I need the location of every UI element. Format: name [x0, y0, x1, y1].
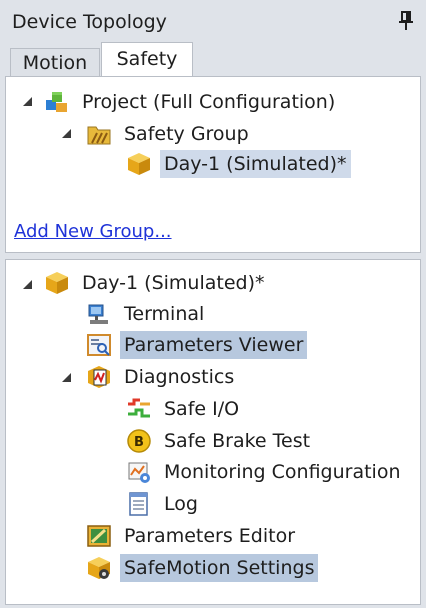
tree-item-device[interactable]: Day-1 (Simulated)* [126, 149, 351, 179]
tree-label-parameters-editor: Parameters Editor [124, 525, 296, 547]
tree-item-root-device[interactable]: Day-1 (Simulated)* [44, 268, 269, 298]
collapse-arrow-icon[interactable] [62, 129, 71, 138]
safety-tree-panel: Project (Full Configuration) Safety Grou… [5, 76, 421, 253]
tree-item-monitoring-configuration[interactable]: Monitoring Configuration [126, 457, 405, 487]
device-cube-icon [44, 270, 70, 296]
svg-text:B: B [134, 435, 144, 450]
tree-item-project[interactable]: Project (Full Configuration) [44, 87, 339, 117]
safe-brake-icon: B [126, 428, 152, 454]
tree-item-parameters-viewer[interactable]: Parameters Viewer [86, 330, 308, 360]
diagnostics-icon [86, 364, 112, 390]
tree-label-diagnostics: Diagnostics [124, 366, 235, 388]
terminal-icon [86, 301, 112, 327]
parameters-viewer-icon [86, 332, 112, 358]
tree-item-safe-io[interactable]: Safe I/O [126, 394, 243, 424]
project-icon [44, 89, 70, 115]
collapse-arrow-icon[interactable] [23, 97, 32, 106]
tree-label-safe-brake-test: Safe Brake Test [164, 430, 311, 452]
device-tree-panel: Day-1 (Simulated)* Terminal Parameters V… [5, 259, 421, 605]
tree-item-safe-brake-test[interactable]: B Safe Brake Test [126, 426, 314, 456]
tree-item-diagnostics[interactable]: Diagnostics [86, 362, 238, 392]
tree-item-log[interactable]: Log [126, 489, 202, 519]
collapse-arrow-icon[interactable] [62, 373, 71, 382]
safe-io-icon [126, 396, 152, 422]
tab-safety[interactable]: Safety [101, 42, 193, 78]
tree-label-device: Day-1 (Simulated)* [160, 150, 351, 178]
parameters-editor-icon [86, 523, 112, 549]
safemotion-settings-icon [86, 555, 112, 581]
tree-label-parameters-viewer: Parameters Viewer [120, 331, 308, 359]
log-icon [126, 491, 152, 517]
tree-label-project: Project (Full Configuration) [82, 91, 336, 113]
tree-item-parameters-editor[interactable]: Parameters Editor [86, 521, 299, 551]
device-cube-icon [126, 151, 152, 177]
tree-label-safety-group: Safety Group [124, 123, 249, 145]
tree-label-root-device: Day-1 (Simulated)* [82, 272, 265, 294]
panel-title: Device Topology [12, 11, 167, 33]
tree-label-log: Log [164, 493, 198, 515]
tree-item-safemotion-settings[interactable]: SafeMotion Settings [86, 553, 319, 583]
panel-titlebar: Device Topology [0, 0, 426, 40]
tree-label-safe-io: Safe I/O [164, 398, 240, 420]
tree-label-safemotion-settings: SafeMotion Settings [120, 554, 319, 582]
tree-label-monitoring-configuration: Monitoring Configuration [164, 461, 401, 483]
tree-item-terminal[interactable]: Terminal [86, 299, 208, 329]
safety-group-icon [86, 121, 112, 147]
collapse-arrow-icon[interactable] [23, 280, 32, 289]
pin-icon[interactable] [398, 10, 414, 32]
monitoring-icon [126, 459, 152, 485]
tree-label-terminal: Terminal [124, 303, 205, 325]
add-new-group-link[interactable]: Add New Group... [14, 221, 172, 242]
tree-item-safety-group[interactable]: Safety Group [86, 119, 253, 149]
tab-motion[interactable]: Motion [10, 48, 100, 76]
